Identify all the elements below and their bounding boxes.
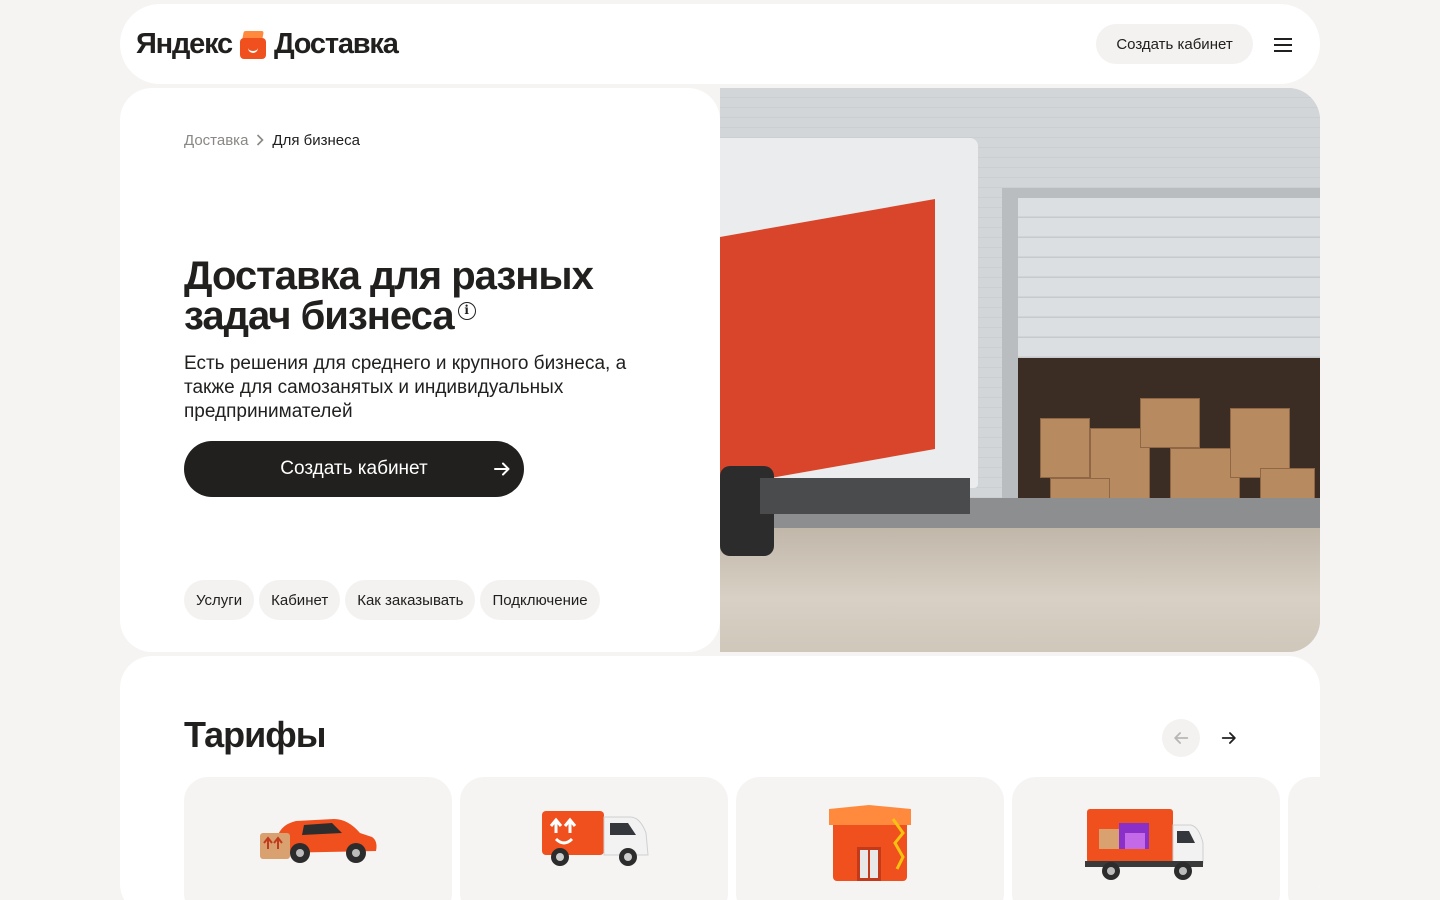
- hero-image: [720, 88, 1320, 652]
- carousel-prev-button[interactable]: [1162, 719, 1200, 757]
- breadcrumb-current: Для бизнеса: [272, 132, 360, 149]
- site-header: Яндекс Доставка Создать кабинет: [120, 4, 1320, 84]
- tariff-card[interactable]: [1012, 777, 1280, 900]
- box-logo-icon: [239, 30, 266, 59]
- pill-cabinet[interactable]: Кабинет: [259, 580, 341, 620]
- logo[interactable]: Яндекс Доставка: [136, 28, 399, 61]
- pill-connection[interactable]: Подключение: [480, 580, 600, 620]
- carousel-next-button[interactable]: [1210, 719, 1248, 757]
- warehouse-door: [1018, 198, 1320, 358]
- tariff-card[interactable]: [1288, 777, 1320, 900]
- tariff-card[interactable]: [460, 777, 728, 900]
- arrow-right-icon: [1221, 732, 1236, 744]
- delivery-truck: [720, 138, 978, 488]
- info-icon[interactable]: i: [457, 302, 476, 320]
- pill-how-to-order[interactable]: Как заказывать: [345, 580, 476, 620]
- create-cabinet-button-label: Создать кабинет: [280, 458, 428, 479]
- pill-services[interactable]: Услуги: [184, 580, 255, 620]
- warehouse-icon: [829, 805, 911, 881]
- van-icon: [542, 811, 649, 866]
- car-icon: [260, 819, 377, 863]
- tariff-card[interactable]: [736, 777, 1004, 900]
- arrow-right-icon: [494, 462, 510, 476]
- page-title: Доставка для разных задач бизнеса i: [184, 256, 644, 336]
- breadcrumb-link-delivery[interactable]: Доставка: [184, 132, 248, 149]
- tariffs-title: Тарифы: [184, 714, 326, 755]
- create-cabinet-header-button[interactable]: Создать кабинет: [1096, 24, 1253, 64]
- menu-icon[interactable]: [1274, 38, 1292, 52]
- hero-card: Доставка Для бизнеса Доставка для разных…: [120, 88, 720, 652]
- logo-brand: Яндекс: [136, 28, 233, 60]
- chevron-right-icon: [256, 133, 265, 149]
- page-title-text: Доставка для разных задач бизнеса: [184, 254, 594, 338]
- tariff-card[interactable]: [184, 777, 452, 900]
- arrow-left-icon: [1174, 732, 1189, 744]
- breadcrumb: Доставка Для бизнеса: [184, 132, 360, 149]
- logo-product: Доставка: [273, 28, 399, 60]
- create-cabinet-button[interactable]: Создать кабинет: [184, 441, 524, 497]
- section-links: Услуги Кабинет Как заказывать Подключени…: [184, 580, 600, 620]
- tariffs-section: Тарифы: [120, 656, 1320, 900]
- truck-icon: [1085, 809, 1204, 880]
- hero-subtitle: Есть решения для среднего и крупного биз…: [184, 353, 627, 422]
